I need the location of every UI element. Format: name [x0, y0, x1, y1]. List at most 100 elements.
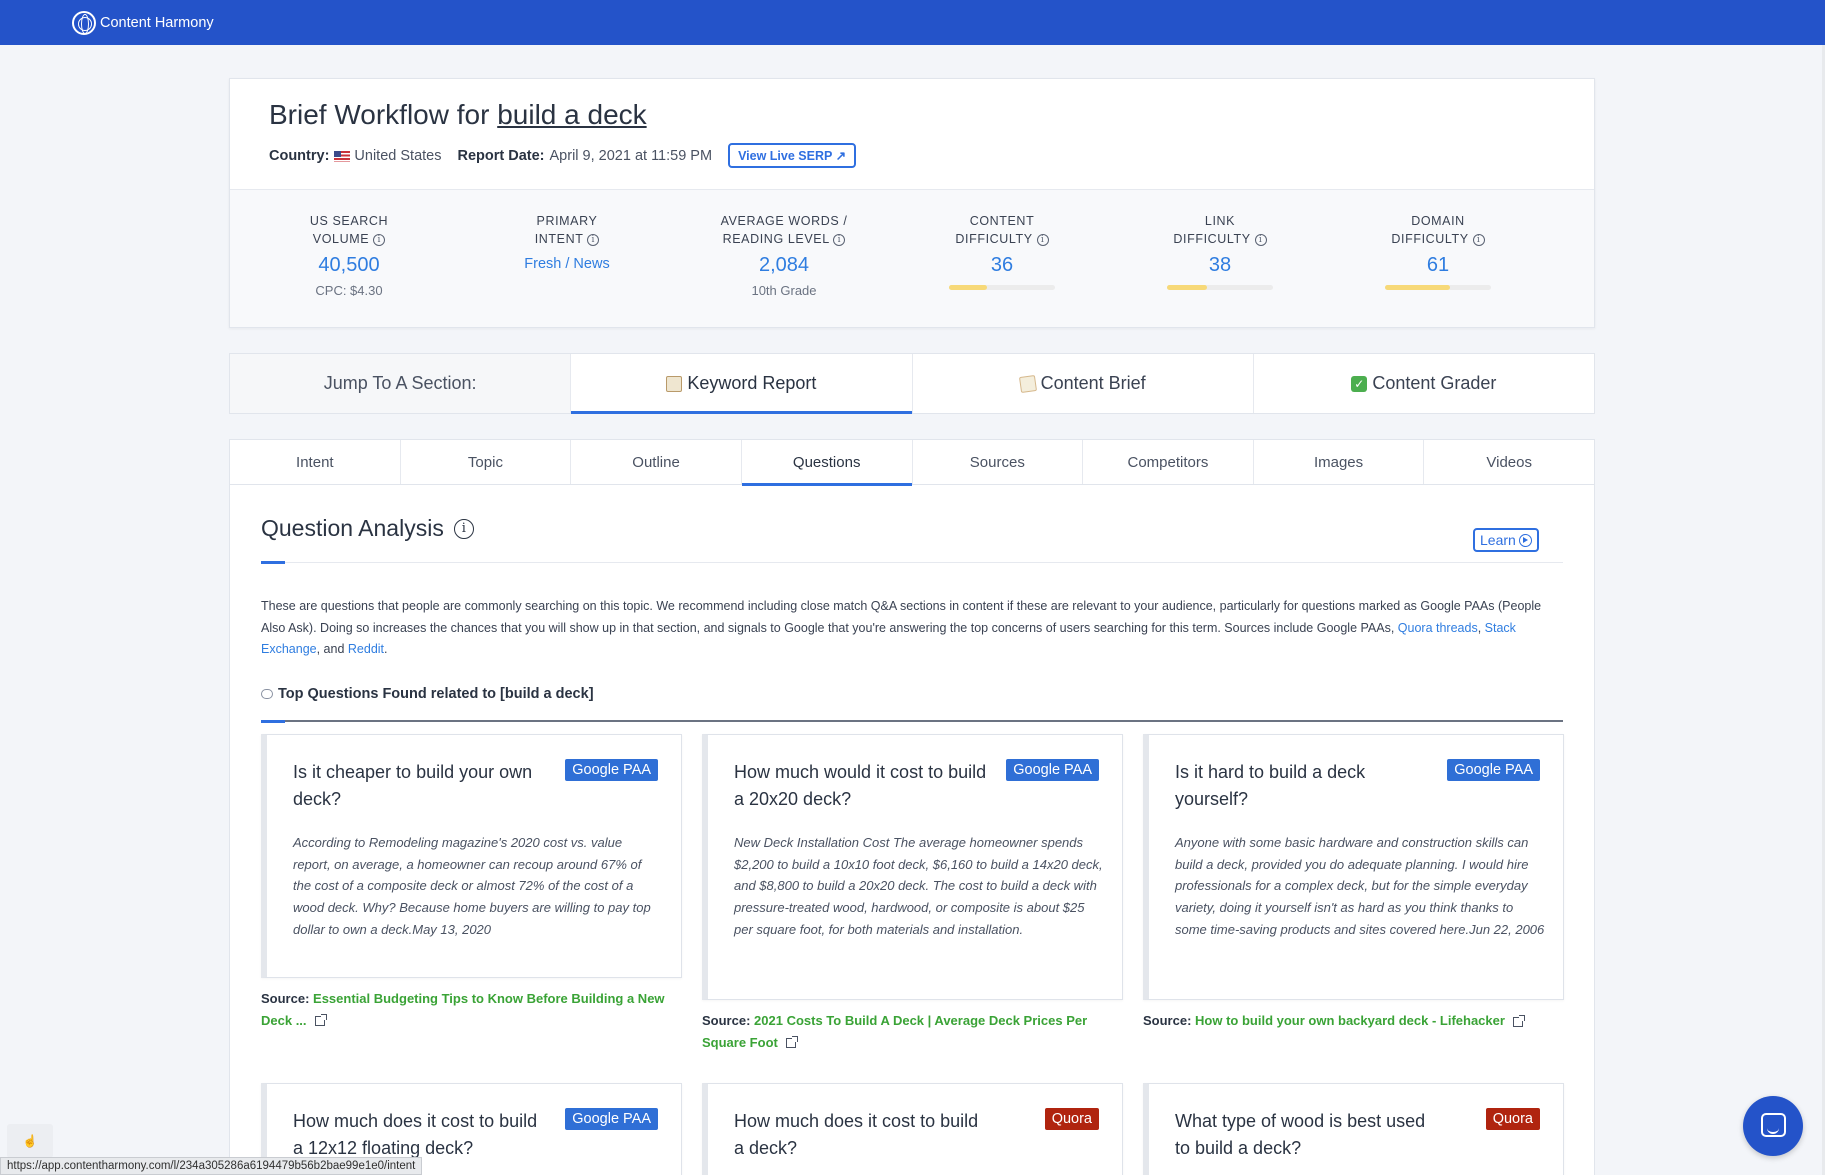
source-label: Source: — [261, 991, 310, 1006]
difficulty-bar-fill — [1167, 285, 1208, 290]
difficulty-bar — [949, 285, 1055, 290]
difficulty-bar-fill — [1385, 285, 1450, 290]
tab-topic[interactable]: Topic — [401, 440, 572, 484]
section-title: Question Analysis i — [261, 515, 474, 542]
clipboard-icon — [666, 375, 683, 392]
metric-label: CONTENT — [969, 214, 1035, 228]
question-card: What type of wood is best used to build … — [1143, 1083, 1564, 1175]
info-icon[interactable]: i — [1472, 233, 1485, 246]
tab-images[interactable]: Images — [1254, 440, 1425, 484]
metric-primary-intent: PRIMARY INTENT i Fresh / News — [492, 212, 642, 272]
metric-label: US SEARCH — [309, 214, 389, 228]
title-keyword[interactable]: build a deck — [497, 99, 646, 130]
question-card: Is it hard to build a deck yourself? Goo… — [1143, 734, 1564, 1000]
external-link-icon[interactable] — [314, 1014, 327, 1027]
jump-content-grader[interactable]: ✓ Content Grader — [1254, 354, 1594, 413]
tab-competitors[interactable]: Competitors — [1083, 440, 1254, 484]
description-separator: , and — [316, 642, 348, 656]
info-icon[interactable]: i — [833, 233, 846, 246]
info-icon[interactable]: i — [1036, 233, 1049, 246]
brand-name: Content Harmony — [100, 15, 214, 31]
title-prefix: Brief Workflow for — [269, 99, 498, 130]
pointer-hand-icon: ☝ — [7, 1124, 53, 1158]
external-link-icon[interactable] — [785, 1036, 798, 1049]
top-questions-heading: Top Questions Found related to [build a … — [261, 686, 594, 702]
report-meta: Country: United States Report Date: Apri… — [269, 143, 857, 168]
external-link-icon[interactable] — [1512, 1014, 1525, 1027]
metric-search-volume: US SEARCH VOLUME i 40,500 CPC: $4.30 — [274, 212, 424, 298]
description-text: These are questions that people are comm… — [261, 599, 1542, 635]
info-icon[interactable]: i — [1254, 233, 1267, 246]
check-mark-icon: ✓ — [1351, 375, 1368, 392]
chat-icon — [1761, 1113, 1786, 1137]
speech-bubble-icon — [261, 689, 273, 699]
description-end: . — [384, 642, 388, 656]
chat-launcher-button[interactable] — [1743, 1096, 1803, 1156]
view-live-serp-button[interactable]: View Live SERP ↗ — [728, 143, 857, 168]
metric-cpc: CPC: $4.30 — [315, 283, 383, 298]
question-source: Source: 2021 Costs To Build A Deck | Ave… — [702, 1010, 1123, 1053]
metric-label: LINK — [1204, 214, 1236, 228]
quora-threads-link[interactable]: Quora threads — [1398, 621, 1478, 635]
learn-label: Learn — [1480, 532, 1516, 548]
tab-intent[interactable]: Intent — [230, 440, 401, 484]
learn-button[interactable]: Learn — [1473, 528, 1539, 552]
jump-keyword-report[interactable]: Keyword Report — [571, 354, 913, 414]
memo-icon — [1018, 374, 1037, 393]
jump-label: Jump To A Section: — [230, 354, 572, 413]
tab-sources[interactable]: Sources — [913, 440, 1084, 484]
question-source: Source: Essential Budgeting Tips to Know… — [261, 988, 682, 1031]
question-card: How much would it cost to build a 20x20 … — [702, 734, 1123, 1000]
country-value: United States — [354, 147, 442, 164]
metric-value: 61 — [1426, 254, 1450, 276]
difficulty-bar-fill — [949, 285, 988, 290]
country-label: Country: — [269, 147, 330, 164]
section-description: These are questions that people are comm… — [261, 596, 1561, 661]
jump-content-brief[interactable]: Content Brief — [913, 354, 1254, 413]
metric-link-difficulty: LINK DIFFICULTY i 38 — [1145, 212, 1295, 290]
question-card: How much does it cost to build a deck? Q… — [702, 1083, 1123, 1175]
top-navigation-bar: Content Harmony — [0, 0, 1825, 45]
top-questions-label: Top Questions Found related to [build a … — [278, 686, 594, 702]
question-text: How much does it cost to build a 12x12 f… — [293, 1111, 538, 1158]
metric-value: 38 — [1208, 254, 1232, 276]
jump-item-label: Keyword Report — [687, 373, 817, 393]
question-text: How much would it cost to build a 20x20 … — [734, 762, 987, 809]
source-badge: Google PAA — [1447, 759, 1540, 781]
source-badge: Quora — [1044, 1108, 1099, 1130]
source-link[interactable]: 2021 Costs To Build A Deck | Average Dec… — [702, 1013, 1087, 1050]
question-text: Is it cheaper to build your own deck? — [293, 762, 533, 809]
page-title: Brief Workflow for build a deck — [269, 99, 647, 131]
info-icon[interactable]: i — [373, 233, 386, 246]
answer-text: New Deck Installation Cost The average h… — [734, 835, 1103, 937]
metric-label: DIFFICULTY — [1391, 232, 1469, 246]
source-badge: Google PAA — [565, 1108, 658, 1130]
metric-value[interactable]: Fresh / News — [492, 256, 642, 272]
tab-videos[interactable]: Videos — [1424, 440, 1594, 484]
section-title-text: Question Analysis — [261, 515, 444, 541]
metric-label: DIFFICULTY — [1173, 232, 1251, 246]
metric-reading-level: 10th Grade — [751, 283, 817, 298]
question-source: Source: How to build your own backyard d… — [1143, 1010, 1564, 1032]
logo-icon — [72, 11, 96, 35]
info-icon[interactable]: i — [453, 518, 474, 539]
jump-item-label: Content Brief — [1040, 373, 1146, 393]
difficulty-bar — [1385, 285, 1491, 290]
metric-label: DIFFICULTY — [955, 232, 1033, 246]
answer-text: According to Remodeling magazine's 2020 … — [293, 835, 651, 937]
source-link[interactable]: How to build your own backyard deck - Li… — [1195, 1013, 1505, 1028]
question-text: What type of wood is best used to build … — [1175, 1111, 1426, 1158]
metric-label: AVERAGE WORDS / — [720, 214, 848, 228]
tab-outline[interactable]: Outline — [571, 440, 742, 484]
report-tabs: Intent Topic Outline Questions Sources C… — [230, 440, 1594, 486]
top-questions-divider — [261, 720, 1563, 723]
info-icon[interactable]: i — [587, 233, 600, 246]
tab-questions[interactable]: Questions — [741, 440, 913, 486]
source-badge: Google PAA — [1006, 759, 1099, 781]
metric-content-difficulty: CONTENT DIFFICULTY i 36 — [927, 212, 1077, 290]
metric-value: 40,500 — [318, 254, 380, 276]
reddit-link[interactable]: Reddit — [348, 642, 384, 656]
content-harmony-logo[interactable]: Content Harmony — [72, 11, 214, 35]
metrics-panel: US SEARCH VOLUME i 40,500 CPC: $4.30 PRI… — [230, 189, 1594, 327]
question-text: How much does it cost to build a deck? — [734, 1111, 979, 1158]
